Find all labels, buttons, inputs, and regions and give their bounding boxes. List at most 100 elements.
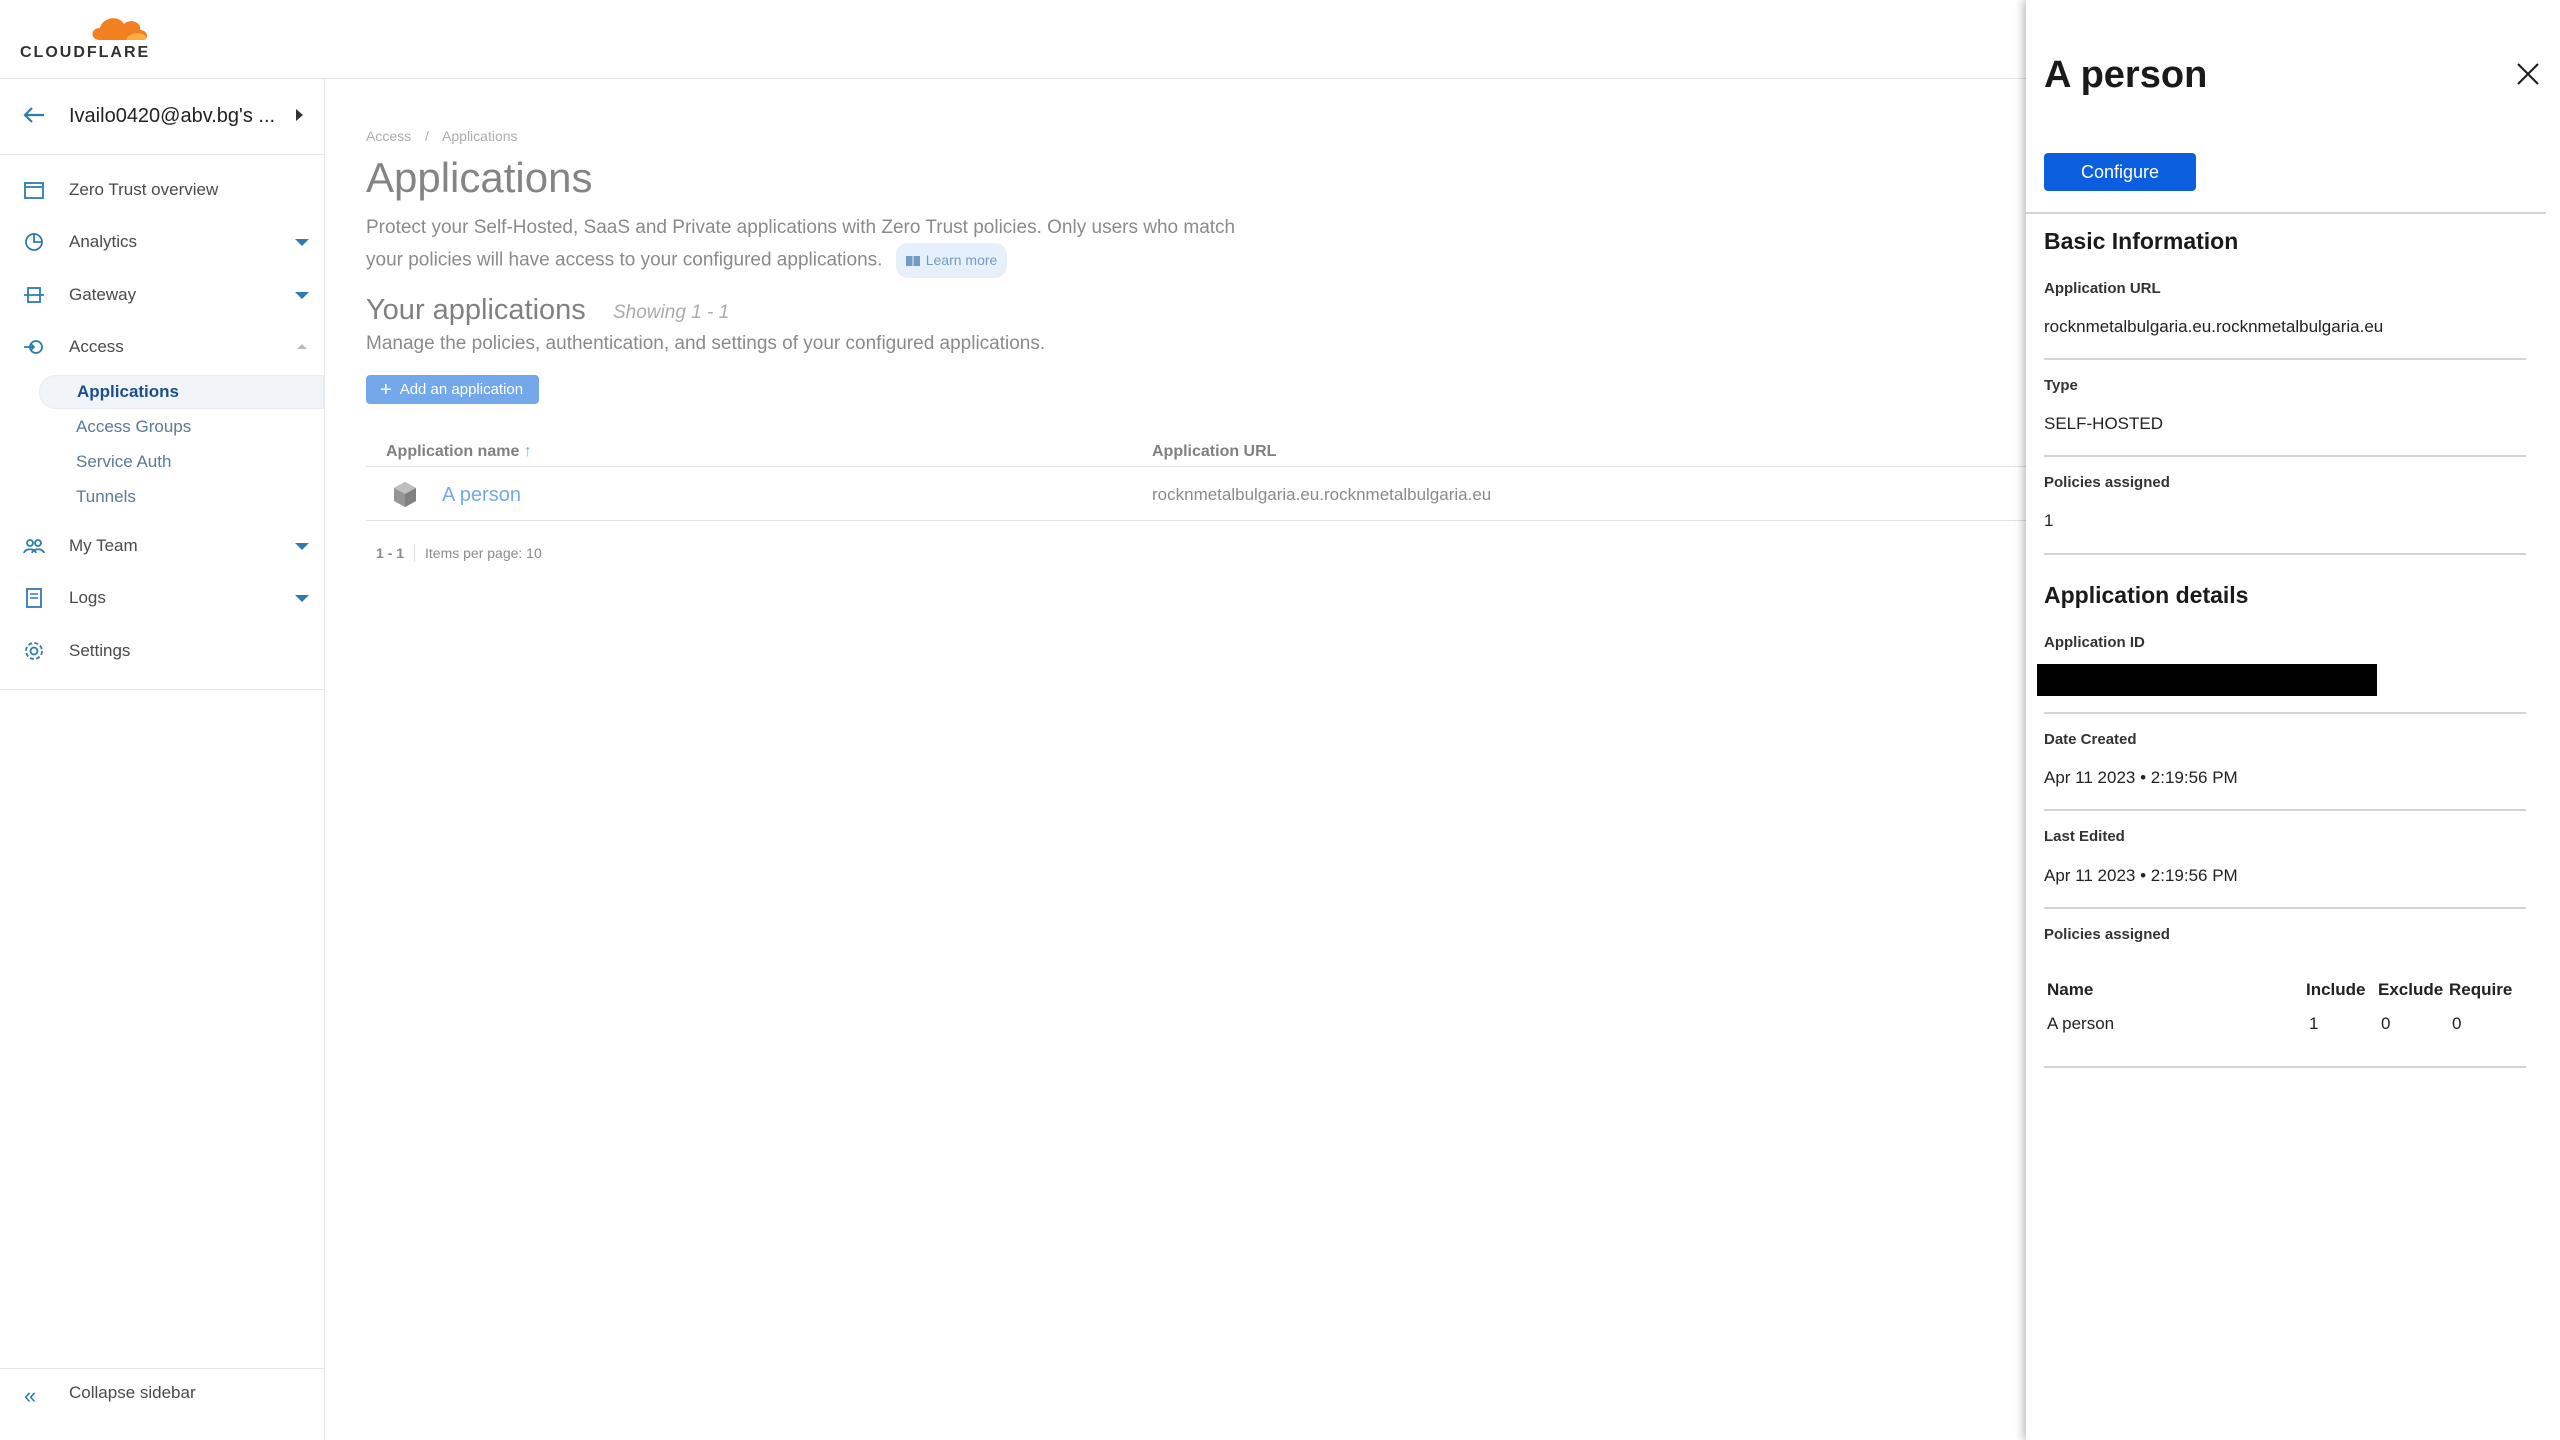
cube-icon xyxy=(394,482,416,507)
application-detail-panel: A person Configure Basic Information App… xyxy=(2026,0,2560,1440)
plus-icon: + xyxy=(380,378,392,401)
main-content: Access / Applications Applications Prote… xyxy=(326,80,2066,1440)
pager-divider xyxy=(414,544,416,562)
sidebar-item-applications[interactable]: Applications xyxy=(39,375,324,409)
sidebar-item-label: Gateway xyxy=(69,285,137,304)
team-icon xyxy=(23,539,45,554)
policy-column-name: Name xyxy=(2047,980,2094,999)
account-switcher[interactable]: Ivailo0420@abv.bg's ... xyxy=(0,79,324,155)
sidebar-item-label: Analytics xyxy=(69,232,138,251)
last-edited-value: Apr 11 2023 • 2:19:56 PM xyxy=(2044,866,2238,885)
type-label: Type xyxy=(2044,377,2078,394)
sort-arrow-up-icon: ↑ xyxy=(523,443,532,460)
breadcrumb-access[interactable]: Access xyxy=(366,128,411,144)
field-divider xyxy=(2044,553,2526,555)
column-application-name[interactable]: Application name ↑ xyxy=(386,443,532,461)
book-icon xyxy=(905,255,920,266)
type-value: SELF-HOSTED xyxy=(2044,414,2164,433)
policies-table-label: Policies assigned xyxy=(2044,926,2170,943)
table-header: Application name ↑ Application URL xyxy=(366,430,2066,467)
sidebar-item-gateway[interactable]: Gateway xyxy=(0,271,324,319)
account-name: Ivailo0420@abv.bg's ... xyxy=(69,105,276,127)
sidebar-item-my-team[interactable]: My Team xyxy=(0,522,324,570)
description-text: Protect your Self-Hosted, SaaS and Priva… xyxy=(366,217,1236,271)
last-edited-label: Last Edited xyxy=(2044,828,2125,845)
chevron-down-icon xyxy=(295,239,309,246)
section-title: Your applications xyxy=(366,294,586,326)
policy-column-require: Require xyxy=(2449,980,2513,999)
field-divider xyxy=(2044,358,2526,360)
showing-count: Showing 1 - 1 xyxy=(613,302,730,323)
section-subtitle: Manage the policies, authentication, and… xyxy=(366,333,1046,354)
chevron-up-icon xyxy=(297,344,307,349)
basic-information-heading: Basic Information xyxy=(2044,228,2239,254)
gateway-icon xyxy=(24,287,44,303)
sidebar-item-access[interactable]: Access xyxy=(0,323,324,371)
policy-row-exclude: 0 xyxy=(2381,1014,2391,1033)
sidebar-item-label: Settings xyxy=(69,641,131,660)
breadcrumb: Access / Applications xyxy=(366,128,528,144)
application-url-label: Application URL xyxy=(2044,280,2161,297)
application-name-link[interactable]: A person xyxy=(442,484,521,507)
back-arrow-icon[interactable] xyxy=(20,101,48,129)
overview-icon xyxy=(24,182,44,199)
sidebar-item-service-auth[interactable]: Service Auth xyxy=(39,445,324,479)
sidebar-item-label: Logs xyxy=(69,588,106,607)
sidebar-item-settings[interactable]: Settings xyxy=(0,627,324,675)
breadcrumb-applications: Applications xyxy=(442,128,518,144)
cloud-icon xyxy=(92,18,148,40)
panel-title: A person xyxy=(2044,54,2208,96)
chevron-right-icon xyxy=(296,109,303,121)
collapse-sidebar-button[interactable]: « Collapse sidebar xyxy=(0,1369,324,1417)
field-divider xyxy=(2044,809,2526,811)
date-created-value: Apr 11 2023 • 2:19:56 PM xyxy=(2044,768,2238,787)
cloudflare-logo[interactable]: CLOUDFLARE xyxy=(20,12,160,62)
application-id-label: Application ID xyxy=(2044,634,2145,651)
configure-button[interactable]: Configure xyxy=(2044,153,2196,191)
breadcrumb-separator: / xyxy=(425,128,429,144)
sidebar-item-tunnels[interactable]: Tunnels xyxy=(39,480,324,514)
analytics-icon xyxy=(25,233,43,251)
application-details-heading: Application details xyxy=(2044,582,2249,608)
chevron-down-icon xyxy=(295,595,309,602)
field-divider xyxy=(2044,712,2526,714)
chevron-down-icon xyxy=(295,543,309,550)
close-icon[interactable] xyxy=(2514,60,2542,88)
column-label: Application name xyxy=(386,443,520,460)
column-application-url: Application URL xyxy=(1152,443,1277,460)
sidebar-divider xyxy=(0,689,324,690)
pagination: 1 - 1 Items per page: 10 xyxy=(376,544,542,562)
sidebar-item-label: My Team xyxy=(69,536,138,555)
add-application-button[interactable]: + Add an application xyxy=(366,375,540,404)
application-url-value: rocknmetalbulgaria.eu.rocknmetalbulgaria… xyxy=(2044,317,2384,336)
collapse-sidebar-label: Collapse sidebar xyxy=(69,1383,196,1402)
field-divider xyxy=(2044,455,2526,457)
application-url: rocknmetalbulgaria.eu.rocknmetalbulgaria… xyxy=(1152,485,1492,504)
logs-icon xyxy=(26,588,42,608)
add-application-label: Add an application xyxy=(399,381,524,398)
sidebar-item-label: Zero Trust overview xyxy=(69,180,219,199)
table-row[interactable]: A person rocknmetalbulgaria.eu.rocknmeta… xyxy=(366,467,2066,521)
policy-row-require: 0 xyxy=(2452,1014,2462,1033)
chevron-down-icon xyxy=(295,292,309,299)
items-per-page[interactable]: Items per page: 10 xyxy=(425,545,542,561)
policy-row-name: A person xyxy=(2047,1014,2115,1033)
sidebar-item-zero-trust-overview[interactable]: Zero Trust overview xyxy=(0,166,324,214)
policy-column-exclude: Exclude xyxy=(2378,980,2444,999)
sidebar-item-access-groups[interactable]: Access Groups xyxy=(39,410,324,444)
page-range: 1 - 1 xyxy=(376,545,405,561)
policy-row-include: 1 xyxy=(2309,1014,2319,1033)
panel-divider xyxy=(2026,212,2546,214)
policies-assigned-label: Policies assigned xyxy=(2044,474,2170,491)
sidebar-item-label: Access xyxy=(69,337,124,356)
field-divider xyxy=(2044,907,2526,909)
field-divider xyxy=(2044,1066,2526,1068)
policies-assigned-value: 1 xyxy=(2044,511,2054,530)
learn-more-link[interactable]: Learn more xyxy=(895,243,1008,278)
date-created-label: Date Created xyxy=(2044,731,2137,748)
brand-name: CLOUDFLARE xyxy=(20,44,151,61)
policy-column-include: Include xyxy=(2306,980,2366,999)
sidebar-item-logs[interactable]: Logs xyxy=(0,574,324,622)
access-icon xyxy=(24,340,43,354)
sidebar-item-analytics[interactable]: Analytics xyxy=(0,218,324,266)
